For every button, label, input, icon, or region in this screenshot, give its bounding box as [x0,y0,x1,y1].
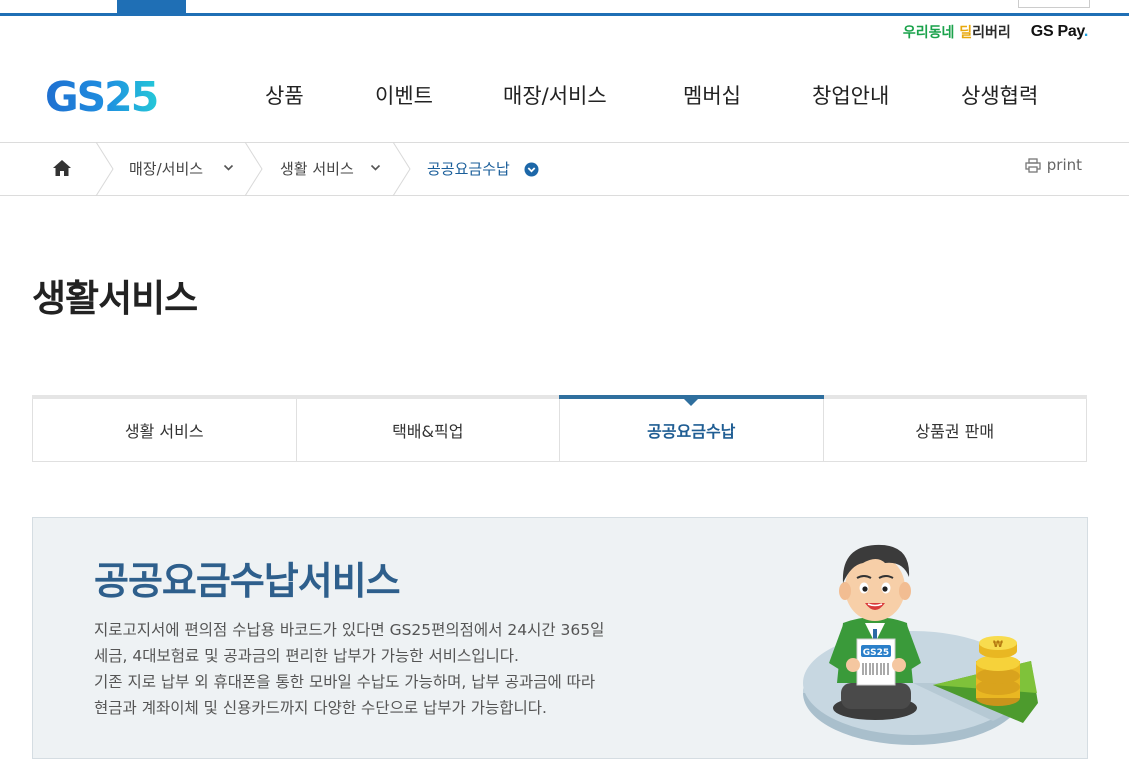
home-icon[interactable] [52,159,72,181]
banner-line: 현금과 계좌이체 및 신용카드까지 다양한 수단으로 납부가 가능합니다. [94,699,547,717]
nav-item-franchise[interactable]: 창업안내 [812,80,889,110]
svg-text:₩: ₩ [993,640,1003,650]
sub-tabs: 생활 서비스 택배&픽업 공공요금수납 상품권 판매 [32,395,1087,462]
printer-icon [1025,157,1041,173]
tab-public-utility[interactable]: 공공요금수납 [559,395,823,462]
gs-pay-dot: . [1083,23,1088,40]
banner-description: 지로고지서에 편의점 수납용 바코드가 있다면 GS25편의점에서 24시간 3… [94,617,714,721]
tab-gift-card[interactable]: 상품권 판매 [822,399,1087,462]
breadcrumb: 매장/서비스 생활 서비스 공공요금수납 print [0,142,1129,196]
print-label: print [1046,156,1082,174]
top-strip-active-tab[interactable] [117,0,186,13]
page-title: 생활서비스 [32,277,198,320]
tab-life-service[interactable]: 생활 서비스 [32,399,296,462]
banner-line: 세금, 4대보험료 및 공과금의 편리한 납부가 가능한 서비스입니다. [94,647,519,665]
gs-pay-label: GS Pay [1030,23,1084,40]
breadcrumb-public-utility[interactable]: 공공요금수납 [427,158,510,179]
breadcrumb-separator [392,142,411,196]
breadcrumb-store-service[interactable]: 매장/서비스 [129,158,203,179]
delivery-label-b: 딜 [959,25,973,41]
chevron-down-icon[interactable] [370,164,381,172]
service-banner: 공공요금수납서비스 지로고지서에 편의점 수납용 바코드가 있다면 GS25편의… [32,517,1088,759]
chevron-down-circle-icon[interactable] [524,162,539,177]
banner-line: 기존 지로 납부 외 휴대폰을 통한 모바일 수납도 가능하며, 납부 공과금에… [94,673,596,691]
chevron-down-icon[interactable] [223,164,234,172]
nav-item-partnership[interactable]: 상생협력 [961,80,1038,110]
top-strip-util-box[interactable] [1018,0,1090,8]
clerk-paying-bills-illustration: ₩ GS25 [803,544,1038,745]
utility-links: 우리동네 딜리버리 GS Pay. [903,21,1088,43]
gs-pay-link[interactable]: GS Pay. [1030,23,1089,41]
gs25-logo[interactable]: GS25 [45,73,161,121]
delivery-label-a: 우리동네 [902,25,960,41]
svg-text:GS25: GS25 [45,73,157,117]
banner-title: 공공요금수납서비스 [94,559,401,603]
woori-delivery-link[interactable]: 우리동네 딜리버리 [903,22,1011,42]
delivery-label-c: 리버리 [972,25,1011,41]
breadcrumb-separator [244,142,263,196]
nav-item-membership[interactable]: 멤버십 [683,80,741,110]
nav-item-events[interactable]: 이벤트 [375,80,433,110]
nav-item-store-service[interactable]: 매장/서비스 [503,80,607,110]
banner-line: 지로고지서에 편의점 수납용 바코드가 있다면 GS25편의점에서 24시간 3… [94,621,605,639]
breadcrumb-separator [95,142,114,196]
breadcrumb-life-service[interactable]: 생활 서비스 [280,158,354,179]
svg-text:GS25: GS25 [863,648,889,658]
gs25-logo-icon: GS25 [45,73,159,121]
nav-item-products[interactable]: 상품 [265,80,304,110]
tab-delivery-pickup[interactable]: 택배&픽업 [295,399,559,462]
top-strip [0,0,1129,16]
print-button[interactable]: print [1025,156,1082,174]
